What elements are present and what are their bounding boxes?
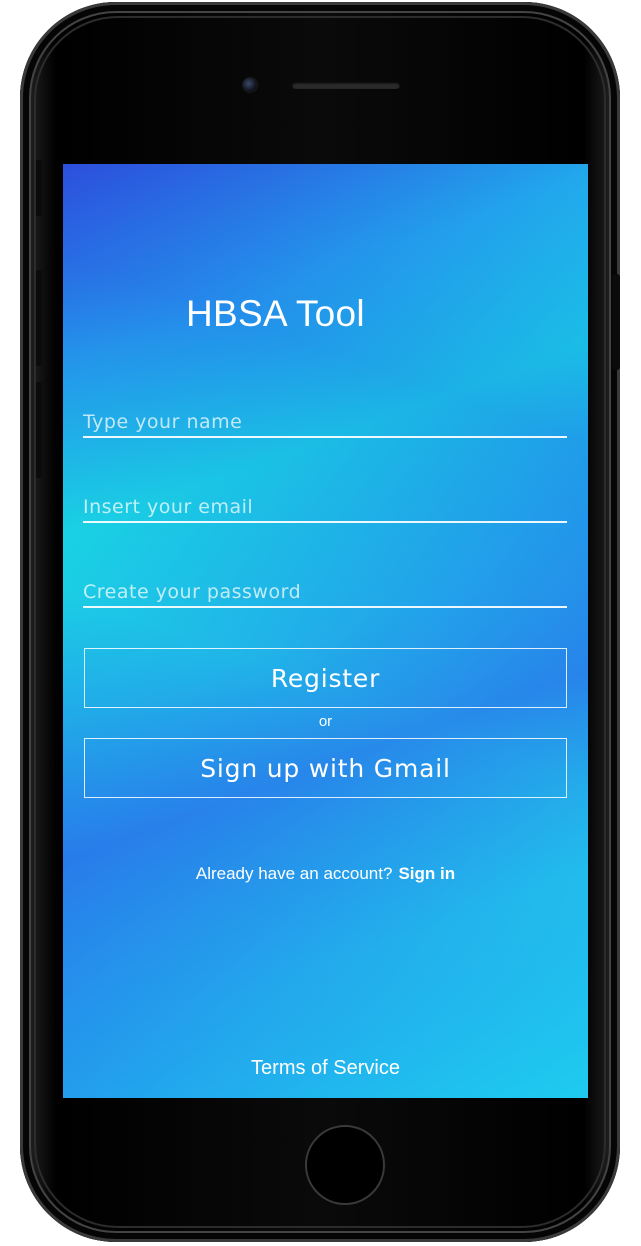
signin-prompt: Already have an account? Sign in [63, 864, 588, 884]
mute-switch [34, 160, 42, 216]
name-field [83, 400, 567, 438]
password-field [83, 570, 567, 608]
email-field [83, 485, 567, 523]
or-divider-label: or [318, 713, 333, 730]
app-screen: HBSA Tool Register or Sign up with Gmail… [63, 164, 588, 1098]
volume-down-button [34, 382, 42, 478]
name-input[interactable] [83, 411, 567, 433]
email-input[interactable] [83, 496, 567, 518]
gmail-signup-button[interactable]: Sign up with Gmail [84, 738, 567, 798]
signin-link[interactable]: Sign in [398, 864, 455, 883]
earpiece-speaker-icon [292, 82, 400, 89]
front-camera-icon [242, 77, 258, 93]
volume-up-button [34, 270, 42, 366]
mockup-stage: HBSA Tool Register or Sign up with Gmail… [0, 0, 641, 1246]
power-button [612, 274, 620, 370]
home-button-icon[interactable] [305, 1125, 385, 1205]
terms-of-service-link[interactable]: Terms of Service [63, 1057, 588, 1080]
password-input[interactable] [83, 581, 567, 603]
register-button[interactable]: Register [84, 648, 567, 708]
account-prompt-text: Already have an account? [195, 864, 393, 883]
app-title: HBSA Tool [186, 293, 365, 334]
